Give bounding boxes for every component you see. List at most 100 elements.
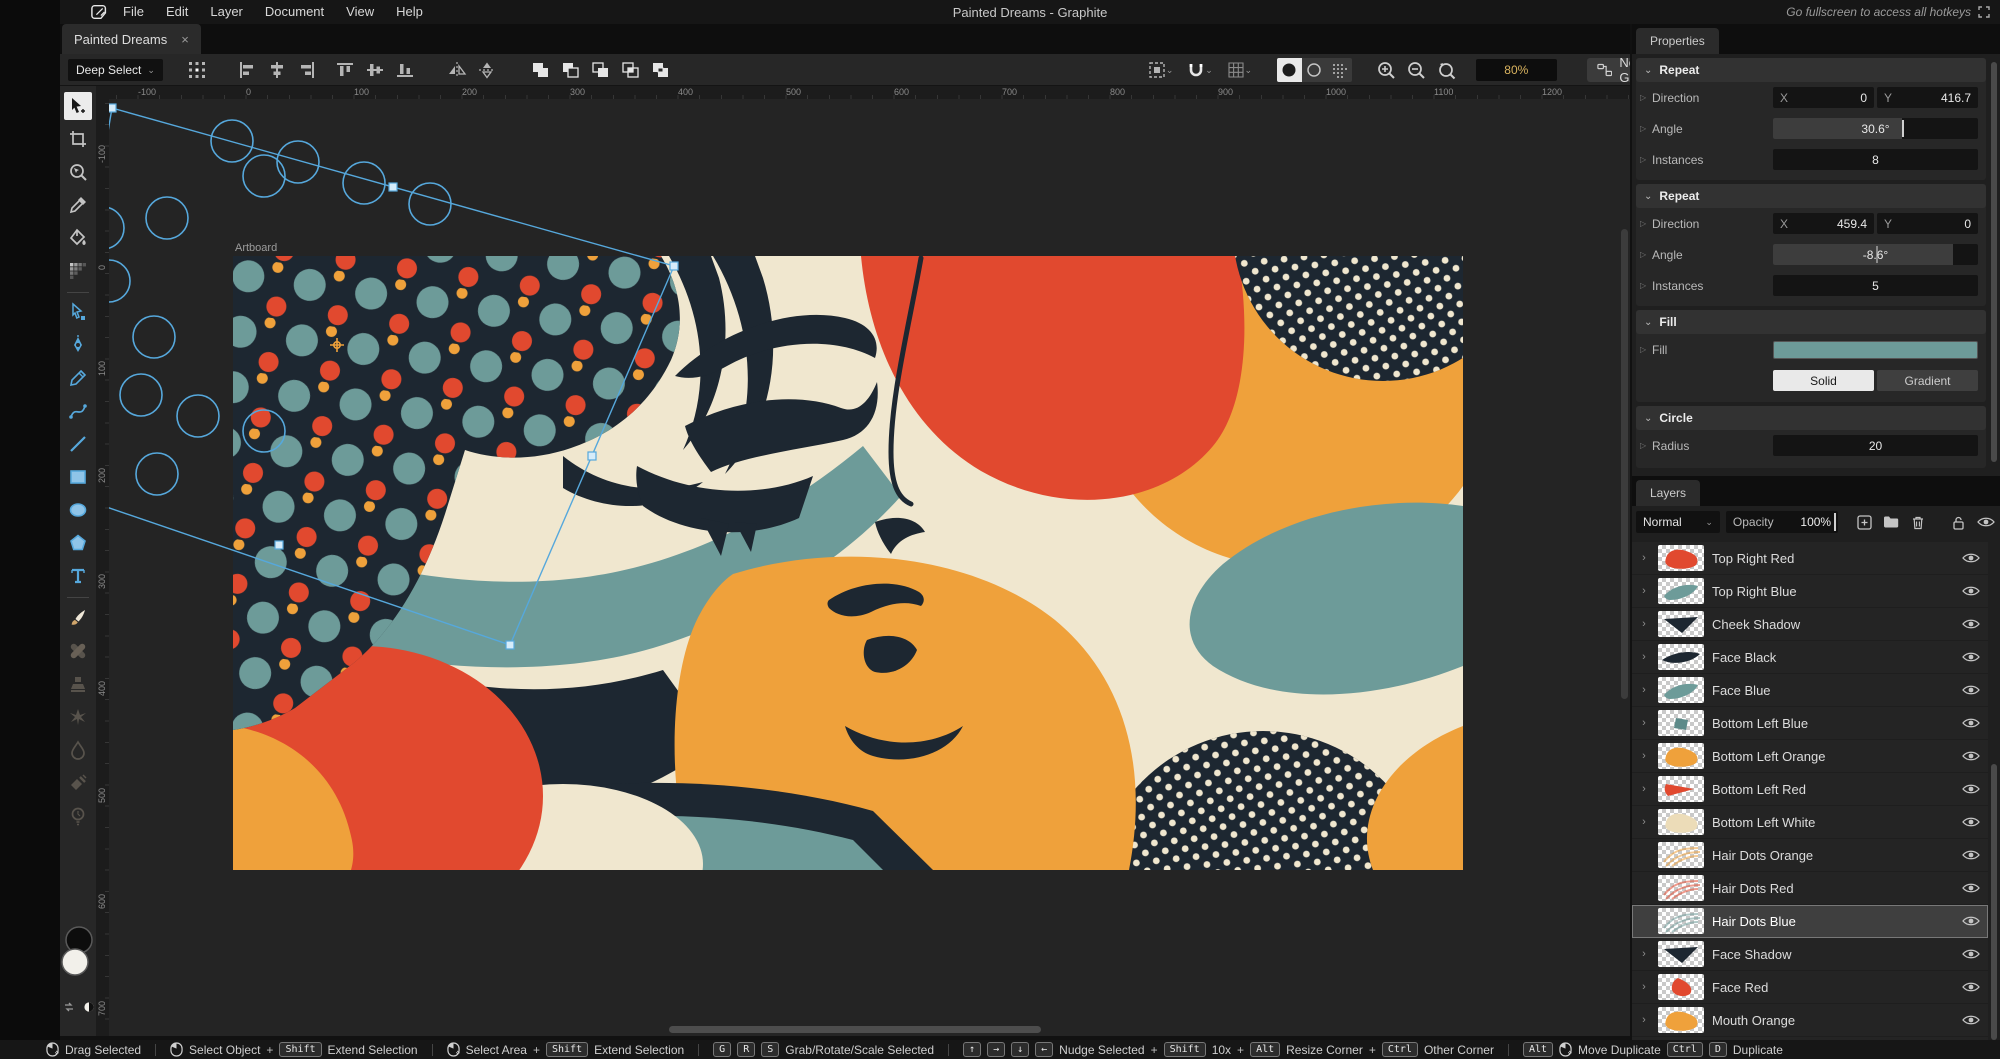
layer-row-bottom-left-orange[interactable]: ›Bottom Left Orange — [1632, 740, 1988, 773]
brush-tool[interactable] — [64, 604, 92, 632]
repeat1-direction-y-input[interactable]: Y416.7 — [1877, 87, 1978, 108]
layer-row-hair-dots-orange[interactable]: Hair Dots Orange — [1632, 839, 1988, 872]
opacity-input[interactable]: Opacity100% — [1726, 511, 1838, 533]
layer-visibility-icon[interactable] — [1962, 849, 1980, 861]
delete-layer-button[interactable] — [1908, 511, 1929, 533]
layer-visibility-icon[interactable] — [1962, 618, 1980, 630]
fill-header[interactable]: ⌄Fill — [1636, 310, 1986, 334]
view-mode-normal-button[interactable] — [1277, 58, 1302, 82]
menu-document[interactable]: Document — [254, 0, 335, 24]
layer-visibility-icon[interactable] — [1962, 651, 1980, 663]
patterns-tool[interactable] — [64, 703, 92, 731]
repeat1-angle-input[interactable]: 30.6° — [1773, 118, 1978, 139]
horizontal-scrollbar[interactable] — [669, 1026, 1041, 1033]
layer-expand-icon[interactable]: › — [1638, 717, 1650, 729]
layer-expand-icon[interactable]: › — [1638, 816, 1650, 828]
layer-expand-icon[interactable]: › — [1638, 684, 1650, 696]
navigate-tool[interactable] — [64, 158, 92, 186]
view-mode-outline-button[interactable] — [1302, 58, 1327, 82]
fullscreen-hint[interactable]: Go fullscreen to access all hotkeys — [1786, 5, 1990, 19]
layer-row-face-black[interactable]: ›Face Black — [1632, 641, 1988, 674]
repeat-2-header[interactable]: ⌄Repeat — [1636, 184, 1986, 208]
align-top-button[interactable] — [333, 58, 357, 82]
menu-edit[interactable]: Edit — [155, 0, 199, 24]
tab-layers[interactable]: Layers — [1636, 480, 1700, 506]
artboard-label[interactable]: Artboard — [235, 242, 277, 254]
zoom-reset-button[interactable] — [1436, 58, 1458, 82]
menu-help[interactable]: Help — [385, 0, 434, 24]
expand-icon[interactable]: ▷ — [1640, 93, 1652, 102]
layer-row-face-red[interactable]: ›Face Red — [1632, 971, 1988, 1004]
visibility-icon[interactable] — [1975, 511, 1996, 533]
layer-row-bottom-left-red[interactable]: ›Bottom Left Red — [1632, 773, 1988, 806]
layer-expand-icon[interactable]: › — [1638, 750, 1650, 762]
view-mode-pixels-button[interactable] — [1327, 58, 1352, 82]
repeat2-angle-input[interactable]: -8.6° — [1773, 244, 1978, 265]
pen-tool[interactable] — [64, 331, 92, 359]
boolean-subtract-back-button[interactable] — [589, 58, 613, 82]
fill-gradient-button[interactable]: Gradient — [1877, 370, 1978, 391]
boolean-union-button[interactable] — [529, 58, 553, 82]
gradient-tool[interactable] — [64, 257, 92, 285]
selection-display-dropdown[interactable]: ⌄ — [1145, 58, 1176, 82]
layer-row-top-right-blue[interactable]: ›Top Right Blue — [1632, 575, 1988, 608]
repeat1-direction-x-input[interactable]: X0 — [1773, 87, 1874, 108]
blend-mode-dropdown[interactable]: Normal⌄ — [1636, 511, 1720, 533]
layer-visibility-icon[interactable] — [1962, 552, 1980, 564]
tab-close-icon[interactable]: × — [181, 32, 189, 47]
vertical-scrollbar[interactable] — [1621, 229, 1628, 699]
layer-visibility-icon[interactable] — [1962, 948, 1980, 960]
ellipse-tool[interactable] — [64, 496, 92, 524]
properties-scrollbar[interactable] — [1991, 62, 1997, 462]
snapping-dropdown[interactable]: ⌄ — [1184, 58, 1215, 82]
layer-visibility-icon[interactable] — [1962, 684, 1980, 696]
align-horizontal-center-button[interactable] — [265, 58, 289, 82]
layer-expand-icon[interactable]: › — [1638, 651, 1650, 663]
imaginate-tool[interactable] — [64, 802, 92, 830]
flip-vertical-button[interactable] — [475, 58, 499, 82]
layer-row-face-shadow[interactable]: ›Face Shadow — [1632, 938, 1988, 971]
viewport-canvas[interactable]: Artboard — [109, 99, 1630, 1036]
blur-tool[interactable] — [64, 736, 92, 764]
fill-tool[interactable] — [64, 224, 92, 252]
working-colors[interactable] — [60, 922, 96, 992]
menu-file[interactable]: File — [112, 0, 155, 24]
zoom-in-button[interactable] — [1376, 58, 1398, 82]
polygon-tool[interactable] — [64, 529, 92, 557]
layer-expand-icon[interactable]: › — [1638, 783, 1650, 795]
layer-expand-icon[interactable]: › — [1638, 948, 1650, 960]
layer-expand-icon[interactable]: › — [1638, 585, 1650, 597]
repeat-1-header[interactable]: ⌄Repeat — [1636, 58, 1986, 82]
layer-visibility-icon[interactable] — [1962, 1014, 1980, 1026]
boolean-subtract-front-button[interactable] — [559, 58, 583, 82]
heal-tool[interactable] — [64, 637, 92, 665]
layer-row-hair-dots-blue[interactable]: Hair Dots Blue — [1632, 905, 1988, 938]
fill-color-swatch[interactable] — [1773, 341, 1978, 359]
grid-dropdown[interactable]: ⌄ — [1224, 58, 1255, 82]
layers-scrollbar[interactable] — [1991, 764, 1997, 1040]
layer-expand-icon[interactable]: › — [1638, 618, 1650, 630]
align-vertical-center-button[interactable] — [363, 58, 387, 82]
circle-header[interactable]: ⌄Circle — [1636, 406, 1986, 430]
layer-visibility-icon[interactable] — [1962, 816, 1980, 828]
graphite-logo-icon[interactable] — [88, 0, 112, 24]
text-tool[interactable] — [64, 562, 92, 590]
layer-row-bottom-left-white[interactable]: ›Bottom Left White — [1632, 806, 1988, 839]
line-tool[interactable] — [64, 430, 92, 458]
eyedropper-tool[interactable] — [64, 191, 92, 219]
zoom-out-button[interactable] — [1406, 58, 1428, 82]
layer-expand-icon[interactable]: › — [1638, 981, 1650, 993]
boolean-difference-button[interactable] — [649, 58, 673, 82]
freehand-tool[interactable] — [64, 364, 92, 392]
align-left-button[interactable] — [235, 58, 259, 82]
document-canvas-svg[interactable] — [109, 99, 1630, 1036]
layer-row-hair-dots-red[interactable]: Hair Dots Red — [1632, 872, 1988, 905]
tab-properties[interactable]: Properties — [1636, 28, 1719, 54]
new-folder-button[interactable] — [1881, 511, 1902, 533]
expand-icon[interactable]: ▷ — [1640, 219, 1652, 228]
expand-icon[interactable]: ▷ — [1640, 124, 1652, 133]
expand-icon[interactable]: ▷ — [1640, 441, 1652, 450]
menu-view[interactable]: View — [335, 0, 385, 24]
layer-row-bottom-left-blue[interactable]: ›Bottom Left Blue — [1632, 707, 1988, 740]
layer-visibility-icon[interactable] — [1962, 717, 1980, 729]
